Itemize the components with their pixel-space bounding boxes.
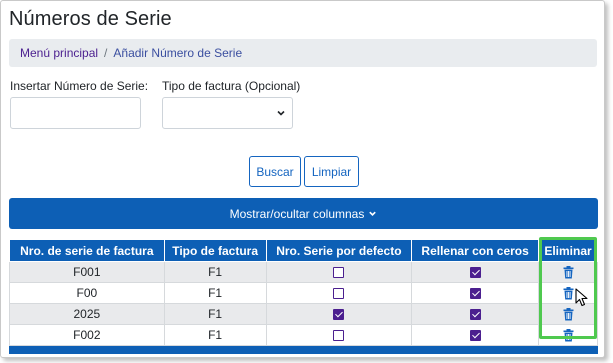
- header-eliminar: Eliminar: [538, 239, 598, 262]
- por-defecto-cell: [265, 261, 413, 283]
- page-title: Números de Serie: [9, 8, 172, 30]
- serie-cell: F002: [9, 324, 165, 346]
- tipo-cell: F1: [163, 303, 267, 325]
- table-row: 2025 F1: [9, 303, 598, 325]
- rellenar-cell: [411, 303, 540, 325]
- eliminar-cell: [538, 324, 598, 346]
- tipo-cell: F1: [163, 324, 267, 346]
- por-defecto-checkbox[interactable]: [333, 309, 345, 321]
- table-header-row: Nro. de serie de factura Tipo de factura…: [9, 239, 598, 262]
- serie-input[interactable]: [10, 97, 141, 129]
- rellenar-checkbox[interactable]: [469, 309, 481, 321]
- app-window: Números de Serie Menú principal / Añadir…: [0, 0, 605, 358]
- header-serie[interactable]: Nro. de serie de factura: [9, 239, 165, 262]
- tipo-cell: F1: [163, 261, 267, 283]
- toggle-columns-button[interactable]: Mostrar/ocultar columnas: [9, 198, 598, 229]
- toggle-columns-label: Mostrar/ocultar columnas: [229, 206, 365, 221]
- table-row: F001 F1: [9, 261, 598, 283]
- serie-cell: F00: [9, 282, 165, 304]
- por-defecto-cell: [265, 324, 413, 346]
- breadcrumb-separator: /: [104, 46, 108, 60]
- rellenar-checkbox[interactable]: [469, 267, 481, 279]
- por-defecto-checkbox[interactable]: [333, 330, 345, 342]
- breadcrumb-home-link[interactable]: Menú principal: [20, 46, 98, 60]
- trash-icon[interactable]: [563, 329, 574, 342]
- table-footer-row: [9, 345, 598, 354]
- por-defecto-cell: [265, 282, 413, 304]
- por-defecto-cell: [265, 303, 413, 325]
- rellenar-cell: [411, 261, 540, 283]
- table-row: F00 F1: [9, 282, 598, 304]
- mouse-pointer-icon: [575, 288, 588, 307]
- tipo-factura-select[interactable]: [162, 97, 293, 129]
- rellenar-cell: [411, 324, 540, 346]
- rellenar-cell: [411, 282, 540, 304]
- trash-icon[interactable]: [563, 266, 574, 279]
- trash-icon[interactable]: [563, 287, 574, 300]
- serie-label: Insertar Número de Serie:: [10, 79, 149, 93]
- serie-cell: F001: [9, 261, 165, 283]
- header-por-defecto[interactable]: Nro. Serie por defecto: [265, 239, 413, 262]
- rellenar-checkbox[interactable]: [469, 330, 481, 342]
- limpiar-button[interactable]: Limpiar: [304, 156, 359, 187]
- por-defecto-checkbox[interactable]: [333, 267, 345, 279]
- eliminar-cell: [538, 261, 598, 283]
- chevron-down-icon: [277, 110, 285, 116]
- breadcrumb: Menú principal / Añadir Número de Serie: [9, 39, 597, 67]
- buscar-button[interactable]: Buscar: [249, 156, 301, 187]
- series-table: Nro. de serie de factura Tipo de factura…: [9, 239, 598, 354]
- trash-icon[interactable]: [563, 308, 574, 321]
- rellenar-checkbox[interactable]: [469, 288, 481, 300]
- serie-cell: 2025: [9, 303, 165, 325]
- por-defecto-checkbox[interactable]: [333, 288, 345, 300]
- chevron-down-icon: [369, 211, 377, 216]
- breadcrumb-current[interactable]: Añadir Número de Serie: [113, 46, 242, 60]
- header-rellenar[interactable]: Rellenar con ceros: [411, 239, 540, 262]
- tipo-factura-label: Tipo de factura (Opcional): [162, 79, 301, 93]
- table-row: F002 F1: [9, 324, 598, 346]
- header-tipo[interactable]: Tipo de factura: [163, 239, 267, 262]
- tipo-cell: F1: [163, 282, 267, 304]
